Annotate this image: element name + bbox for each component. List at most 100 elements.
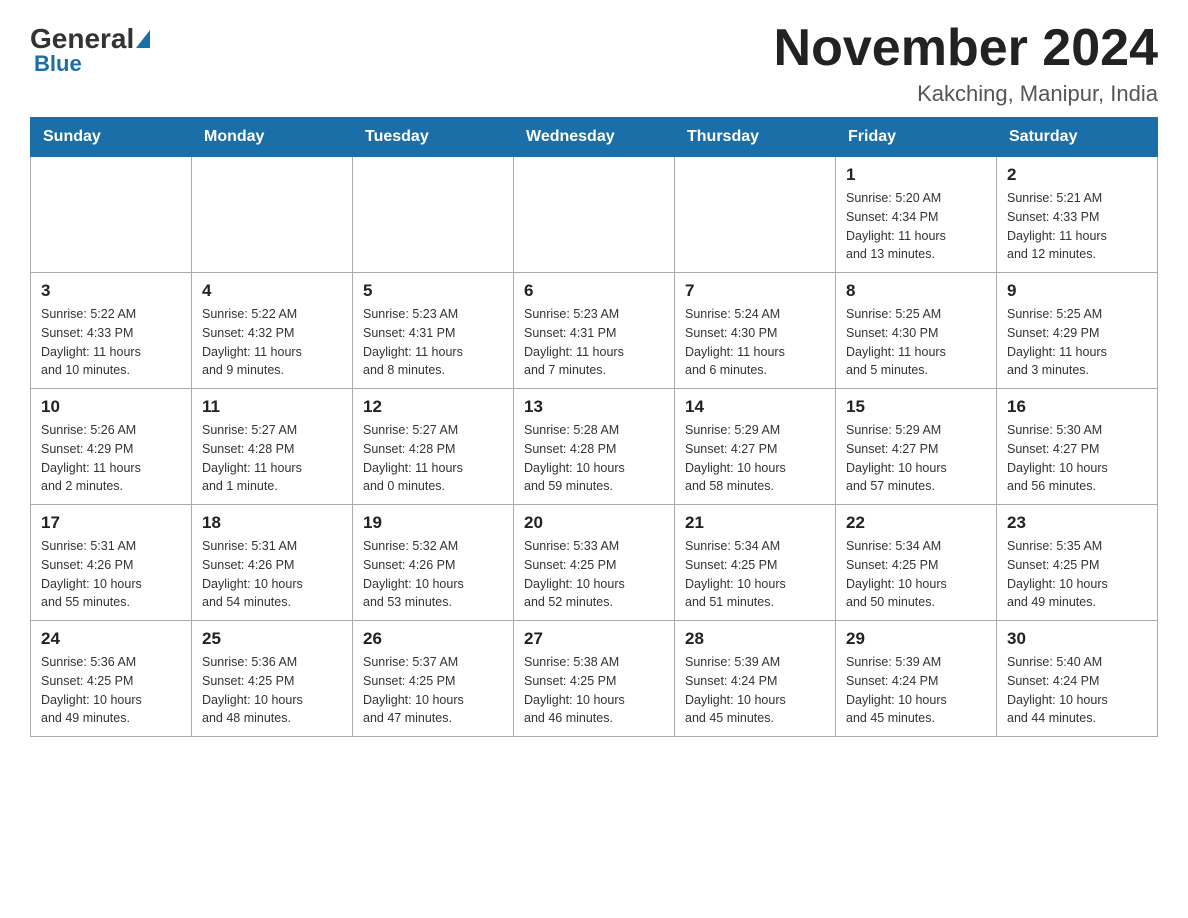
calendar-cell: 13 Sunrise: 5:28 AMSunset: 4:28 PMDayligh… [514,389,675,505]
day-info: Sunrise: 5:34 AMSunset: 4:25 PMDaylight:… [685,537,825,612]
day-info: Sunrise: 5:25 AMSunset: 4:30 PMDaylight:… [846,305,986,380]
day-info: Sunrise: 5:31 AMSunset: 4:26 PMDaylight:… [202,537,342,612]
calendar-cell: 20 Sunrise: 5:33 AMSunset: 4:25 PMDayligh… [514,505,675,621]
column-header-tuesday: Tuesday [353,118,514,157]
column-header-monday: Monday [192,118,353,157]
calendar-cell: 18 Sunrise: 5:31 AMSunset: 4:26 PMDayligh… [192,505,353,621]
day-info: Sunrise: 5:36 AMSunset: 4:25 PMDaylight:… [41,653,181,728]
day-info: Sunrise: 5:24 AMSunset: 4:30 PMDaylight:… [685,305,825,380]
day-number: 27 [524,629,664,649]
day-info: Sunrise: 5:26 AMSunset: 4:29 PMDaylight:… [41,421,181,496]
calendar-cell: 14 Sunrise: 5:29 AMSunset: 4:27 PMDayligh… [675,389,836,505]
day-info: Sunrise: 5:29 AMSunset: 4:27 PMDaylight:… [685,421,825,496]
calendar-cell: 12 Sunrise: 5:27 AMSunset: 4:28 PMDayligh… [353,389,514,505]
day-info: Sunrise: 5:36 AMSunset: 4:25 PMDaylight:… [202,653,342,728]
location: Kakching, Manipur, India [774,81,1158,107]
day-info: Sunrise: 5:39 AMSunset: 4:24 PMDaylight:… [846,653,986,728]
day-number: 16 [1007,397,1147,417]
month-title: November 2024 [774,20,1158,77]
calendar-table: SundayMondayTuesdayWednesdayThursdayFrid… [30,117,1158,737]
day-number: 11 [202,397,342,417]
calendar-week-row: 1 Sunrise: 5:20 AMSunset: 4:34 PMDaylight… [31,157,1158,273]
day-number: 26 [363,629,503,649]
day-number: 21 [685,513,825,533]
day-number: 10 [41,397,181,417]
calendar-cell: 4Sunrise: 5:22 AMSunset: 4:32 PMDaylight… [192,273,353,389]
day-info: Sunrise: 5:34 AMSunset: 4:25 PMDaylight:… [846,537,986,612]
day-number: 17 [41,513,181,533]
logo-general-text: General [30,25,134,53]
calendar-cell: 26 Sunrise: 5:37 AMSunset: 4:25 PMDayligh… [353,621,514,737]
calendar-cell: 29 Sunrise: 5:39 AMSunset: 4:24 PMDayligh… [836,621,997,737]
day-info: Sunrise: 5:27 AMSunset: 4:28 PMDaylight:… [202,421,342,496]
day-info: Sunrise: 5:27 AMSunset: 4:28 PMDaylight:… [363,421,503,496]
logo-blue-text: Blue [34,51,82,77]
day-info: Sunrise: 5:23 AMSunset: 4:31 PMDaylight:… [363,305,503,380]
day-number: 18 [202,513,342,533]
day-info: Sunrise: 5:40 AMSunset: 4:24 PMDaylight:… [1007,653,1147,728]
day-number: 25 [202,629,342,649]
day-number: 6 [524,281,664,301]
calendar-cell: 3 Sunrise: 5:22 AMSunset: 4:33 PMDaylight… [31,273,192,389]
calendar-cell: 10 Sunrise: 5:26 AMSunset: 4:29 PMDayligh… [31,389,192,505]
calendar-header-row: SundayMondayTuesdayWednesdayThursdayFrid… [31,118,1158,157]
column-header-sunday: Sunday [31,118,192,157]
calendar-cell: 23Sunrise: 5:35 AMSunset: 4:25 PMDayligh… [997,505,1158,621]
day-number: 2 [1007,165,1147,185]
day-info: Sunrise: 5:20 AMSunset: 4:34 PMDaylight:… [846,189,986,264]
calendar-cell: 25 Sunrise: 5:36 AMSunset: 4:25 PMDayligh… [192,621,353,737]
day-info: Sunrise: 5:33 AMSunset: 4:25 PMDaylight:… [524,537,664,612]
day-number: 15 [846,397,986,417]
day-number: 29 [846,629,986,649]
day-info: Sunrise: 5:39 AMSunset: 4:24 PMDaylight:… [685,653,825,728]
calendar-cell [192,157,353,273]
day-info: Sunrise: 5:23 AMSunset: 4:31 PMDaylight:… [524,305,664,380]
calendar-cell: 5Sunrise: 5:23 AMSunset: 4:31 PMDaylight… [353,273,514,389]
day-number: 3 [41,281,181,301]
calendar-cell [675,157,836,273]
calendar-cell: 1 Sunrise: 5:20 AMSunset: 4:34 PMDaylight… [836,157,997,273]
calendar-cell: 15 Sunrise: 5:29 AMSunset: 4:27 PMDayligh… [836,389,997,505]
day-info: Sunrise: 5:28 AMSunset: 4:28 PMDaylight:… [524,421,664,496]
day-number: 13 [524,397,664,417]
calendar-cell: 16Sunrise: 5:30 AMSunset: 4:27 PMDayligh… [997,389,1158,505]
calendar-week-row: 10 Sunrise: 5:26 AMSunset: 4:29 PMDayligh… [31,389,1158,505]
calendar-cell: 8 Sunrise: 5:25 AMSunset: 4:30 PMDaylight… [836,273,997,389]
title-area: November 2024 Kakching, Manipur, India [774,20,1158,107]
calendar-week-row: 17 Sunrise: 5:31 AMSunset: 4:26 PMDayligh… [31,505,1158,621]
calendar-cell: 22Sunrise: 5:34 AMSunset: 4:25 PMDayligh… [836,505,997,621]
day-info: Sunrise: 5:22 AMSunset: 4:32 PMDaylight:… [202,305,342,380]
calendar-cell: 24Sunrise: 5:36 AMSunset: 4:25 PMDayligh… [31,621,192,737]
calendar-cell: 27 Sunrise: 5:38 AMSunset: 4:25 PMDayligh… [514,621,675,737]
day-number: 7 [685,281,825,301]
day-number: 12 [363,397,503,417]
calendar-cell [514,157,675,273]
day-info: Sunrise: 5:31 AMSunset: 4:26 PMDaylight:… [41,537,181,612]
day-number: 14 [685,397,825,417]
calendar-cell [353,157,514,273]
calendar-cell: 6 Sunrise: 5:23 AMSunset: 4:31 PMDaylight… [514,273,675,389]
calendar-cell: 2 Sunrise: 5:21 AMSunset: 4:33 PMDaylight… [997,157,1158,273]
logo: General Blue [30,20,150,77]
calendar-week-row: 3 Sunrise: 5:22 AMSunset: 4:33 PMDaylight… [31,273,1158,389]
day-info: Sunrise: 5:38 AMSunset: 4:25 PMDaylight:… [524,653,664,728]
calendar-cell: 11 Sunrise: 5:27 AMSunset: 4:28 PMDayligh… [192,389,353,505]
calendar-cell: 9Sunrise: 5:25 AMSunset: 4:29 PMDaylight… [997,273,1158,389]
day-info: Sunrise: 5:32 AMSunset: 4:26 PMDaylight:… [363,537,503,612]
day-number: 8 [846,281,986,301]
day-info: Sunrise: 5:37 AMSunset: 4:25 PMDaylight:… [363,653,503,728]
calendar-cell: 28Sunrise: 5:39 AMSunset: 4:24 PMDayligh… [675,621,836,737]
column-header-friday: Friday [836,118,997,157]
calendar-cell: 17 Sunrise: 5:31 AMSunset: 4:26 PMDayligh… [31,505,192,621]
day-info: Sunrise: 5:21 AMSunset: 4:33 PMDaylight:… [1007,189,1147,264]
calendar-cell: 30Sunrise: 5:40 AMSunset: 4:24 PMDayligh… [997,621,1158,737]
day-info: Sunrise: 5:29 AMSunset: 4:27 PMDaylight:… [846,421,986,496]
calendar-cell: 7 Sunrise: 5:24 AMSunset: 4:30 PMDaylight… [675,273,836,389]
day-info: Sunrise: 5:25 AMSunset: 4:29 PMDaylight:… [1007,305,1147,380]
day-number: 23 [1007,513,1147,533]
calendar-cell [31,157,192,273]
day-number: 20 [524,513,664,533]
day-info: Sunrise: 5:22 AMSunset: 4:33 PMDaylight:… [41,305,181,380]
calendar-cell: 21 Sunrise: 5:34 AMSunset: 4:25 PMDayligh… [675,505,836,621]
day-number: 1 [846,165,986,185]
